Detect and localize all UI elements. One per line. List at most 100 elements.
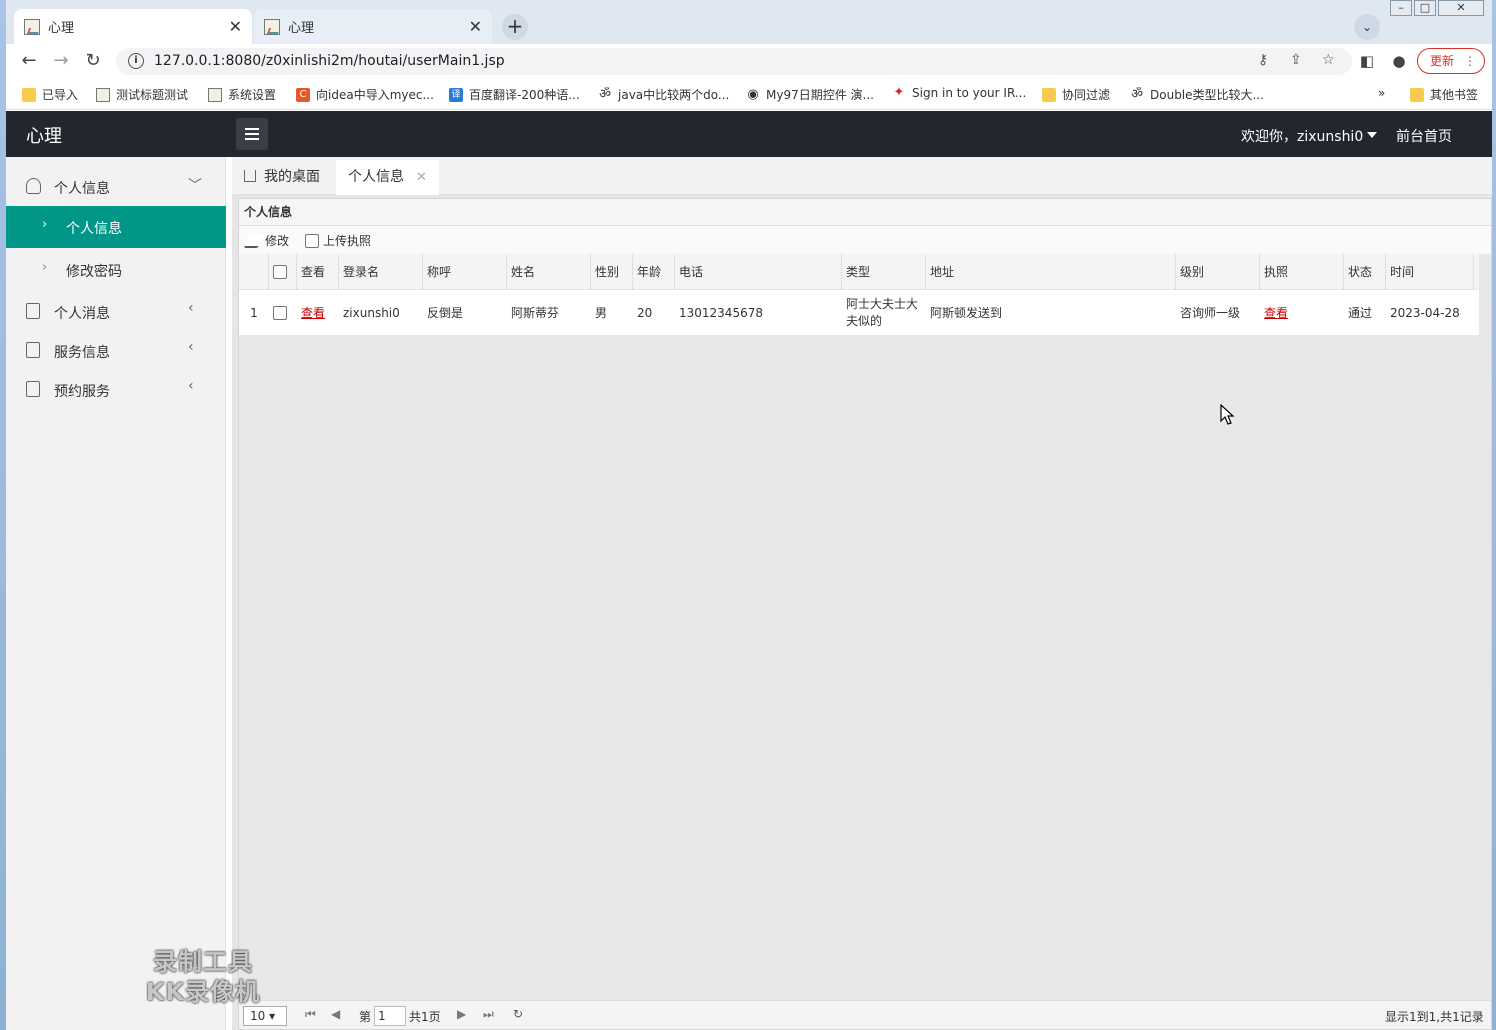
sidebar-group-services[interactable]: 服务信息 ‹ (6, 331, 226, 370)
browser-tab-2[interactable]: 心理 ✕ (254, 9, 492, 44)
column-header[interactable]: 地址 (926, 254, 1176, 289)
upload-license-button[interactable]: 上传执照 (305, 232, 371, 249)
column-header[interactable]: 年龄 (633, 254, 675, 289)
address-bar[interactable]: i 127.0.0.1:8080/z0xinlishi2m/houtai/use… (116, 48, 1352, 75)
forward-arrow-icon[interactable]: → (50, 50, 72, 72)
new-tab-button[interactable]: + (502, 14, 528, 40)
close-tab-icon[interactable]: ✕ (469, 17, 482, 36)
sidebar-group-appointments[interactable]: 预约服务 ‹ (6, 370, 226, 409)
profile-avatar-icon[interactable]: ● (1388, 50, 1410, 72)
tab-desktop[interactable]: 我的桌面 (232, 160, 332, 195)
bookmark-item[interactable]: ✦ Sign in to your IR... (892, 86, 1027, 101)
front-home-link[interactable]: 前台首页 (1396, 126, 1452, 146)
column-header[interactable]: 执照 (1260, 254, 1344, 289)
site-info-icon[interactable]: i (128, 53, 144, 69)
profile-panel: 个人信息 修改 上传执照 查看 登录名 称呼 姓名 性别 年龄 电话 类型 地址… (238, 198, 1492, 1030)
upload-label: 上传执照 (323, 234, 372, 248)
table-row[interactable]: 1 查看 zixunshi0 反倒是 阿斯蒂芬 男 20 13012345678… (239, 290, 1479, 335)
tab-label: 我的桌面 (264, 169, 320, 185)
page-number-input[interactable]: 1 (374, 1006, 406, 1026)
tab-search-chevron-icon[interactable]: ⌄ (1354, 14, 1380, 40)
view-link[interactable]: 查看 (301, 304, 325, 321)
prev-page-icon[interactable]: ◀ (331, 1007, 340, 1021)
caret-down-icon (1367, 132, 1378, 138)
license-cell: 查看 (1260, 290, 1344, 335)
sidebar-group-messages[interactable]: 个人消息 ‹ (6, 292, 226, 331)
reload-icon[interactable]: ↻ (82, 50, 104, 72)
bookmark-item[interactable]: C 向idea中导入myec... (296, 86, 434, 103)
row-checkbox[interactable] (273, 305, 287, 320)
sidebar-item-change-password[interactable]: › 修改密码 (6, 249, 226, 291)
bookmark-item[interactable]: 协同过滤 (1042, 86, 1110, 103)
browser-window: 心理 ✕ 心理 ✕ + ⌄ – □ ✕ ← → ↻ i 127.0.0.1:80… (6, 0, 1492, 1030)
bookmark-item[interactable]: 译百度翻译-200种语... (449, 86, 580, 103)
bookmark-item[interactable]: 已导入 (22, 86, 78, 103)
bookmark-star-icon[interactable]: ☆ (1322, 52, 1335, 68)
edit-button[interactable]: 修改 (243, 232, 289, 249)
column-header[interactable]: 状态 (1344, 254, 1386, 289)
bookmark-item[interactable]: ◉ My97日期控件 演... (746, 86, 874, 103)
table-header-row: 查看 登录名 称呼 姓名 性别 年龄 电话 类型 地址 级别 执照 状态 时间 (239, 254, 1479, 290)
page-favicon-icon (24, 18, 40, 35)
key-icon[interactable]: ⚷ (1258, 52, 1268, 68)
bookmark-label: Sign in to your IR... (912, 86, 1027, 100)
sidebar-item-profile[interactable]: › 个人信息 (6, 206, 226, 248)
sidebar: 个人信息 ﹀ › 个人信息 › 修改密码 个人消息 ‹ 服务信息 ‹ 预约服务 … (6, 157, 226, 1030)
user-menu[interactable]: 欢迎你，zixunshi0 (1241, 126, 1378, 146)
column-header[interactable]: 类型 (842, 254, 926, 289)
refresh-icon[interactable]: ↻ (513, 1007, 523, 1021)
page-size-select[interactable]: 10 ▾ (243, 1006, 287, 1026)
mouse-cursor-icon (1220, 404, 1235, 425)
web-app: 心理 欢迎你，zixunshi0 前台首页 个人信息 ﹀ › 个人信息 › 修改… (6, 111, 1492, 1030)
column-header[interactable]: 登录名 (339, 254, 423, 289)
bookmark-item[interactable]: ॐ Double类型比较大... (1130, 86, 1264, 103)
bookmark-item[interactable]: ॐ java中比较两个do... (598, 86, 729, 103)
sidebar-group-profile[interactable]: 个人信息 ﹀ (6, 167, 226, 206)
column-header[interactable]: 称呼 (423, 254, 507, 289)
column-header[interactable]: 电话 (675, 254, 842, 289)
page-favicon-icon (264, 18, 280, 35)
license-view-link[interactable]: 查看 (1264, 304, 1288, 321)
other-bookmarks-folder[interactable]: 其他书签 (1410, 86, 1478, 103)
hamburger-icon-line (245, 133, 259, 135)
back-arrow-icon[interactable]: ← (18, 50, 40, 72)
column-header[interactable]: 级别 (1176, 254, 1260, 289)
more-bookmarks-button[interactable]: » (1378, 86, 1385, 100)
update-button[interactable]: 更新 ⋮ (1417, 48, 1485, 74)
next-page-icon[interactable]: ▶ (457, 1007, 466, 1021)
bookmark-item[interactable]: 系统设置 (208, 86, 276, 103)
browser-tab-1[interactable]: 心理 ✕ (14, 9, 252, 44)
last-page-icon[interactable]: ⏭ (483, 1007, 494, 1022)
close-icon[interactable]: ✕ (416, 170, 427, 185)
bookmark-item[interactable]: 测试标题测试 (96, 86, 188, 103)
panel-toolbar: 修改 上传执照 (239, 226, 1491, 254)
side-panel-icon[interactable]: ◧ (1356, 50, 1378, 72)
age-cell: 20 (637, 305, 653, 320)
page-icon (208, 87, 222, 102)
document-icon (26, 342, 40, 358)
maximize-window-button[interactable]: □ (1414, 0, 1436, 16)
folder-icon (22, 87, 36, 102)
more-menu-icon[interactable]: ⋮ (1464, 49, 1476, 73)
select-all-checkbox[interactable] (273, 264, 287, 279)
first-page-icon[interactable]: ⏮ (305, 1007, 316, 1022)
watermark-line: KK录像机 (145, 978, 261, 1006)
tab-profile[interactable]: 个人信息 ✕ (336, 160, 439, 195)
url-text[interactable]: 127.0.0.1:8080/z0xinlishi2m/houtai/userM… (154, 53, 505, 69)
om-icon: ॐ (1131, 86, 1143, 102)
pagination-bar: 10 ▾ ⏮ ◀ 第 1 共1页 ▶ ⏭ ↻ 显示1到1,共1记录 (239, 1000, 1491, 1029)
column-header[interactable]: 时间 (1386, 254, 1474, 289)
hamburger-icon (245, 128, 259, 130)
row-select-cell (269, 290, 297, 335)
share-icon[interactable]: ⇪ (1290, 52, 1302, 68)
chevron-left-icon: ‹ (188, 339, 194, 355)
menu-toggle-button[interactable] (236, 118, 268, 150)
chevron-down-icon: ﹀ (188, 178, 202, 194)
browser-tab-strip: 心理 ✕ 心理 ✕ + ⌄ – □ ✕ (6, 0, 1492, 44)
close-window-button[interactable]: ✕ (1438, 0, 1484, 16)
nickname-cell: 反倒是 (427, 306, 464, 320)
close-tab-icon[interactable]: ✕ (229, 17, 242, 36)
column-header[interactable]: 性别 (591, 254, 633, 289)
minimize-window-button[interactable]: – (1390, 0, 1412, 16)
column-header[interactable]: 姓名 (507, 254, 591, 289)
